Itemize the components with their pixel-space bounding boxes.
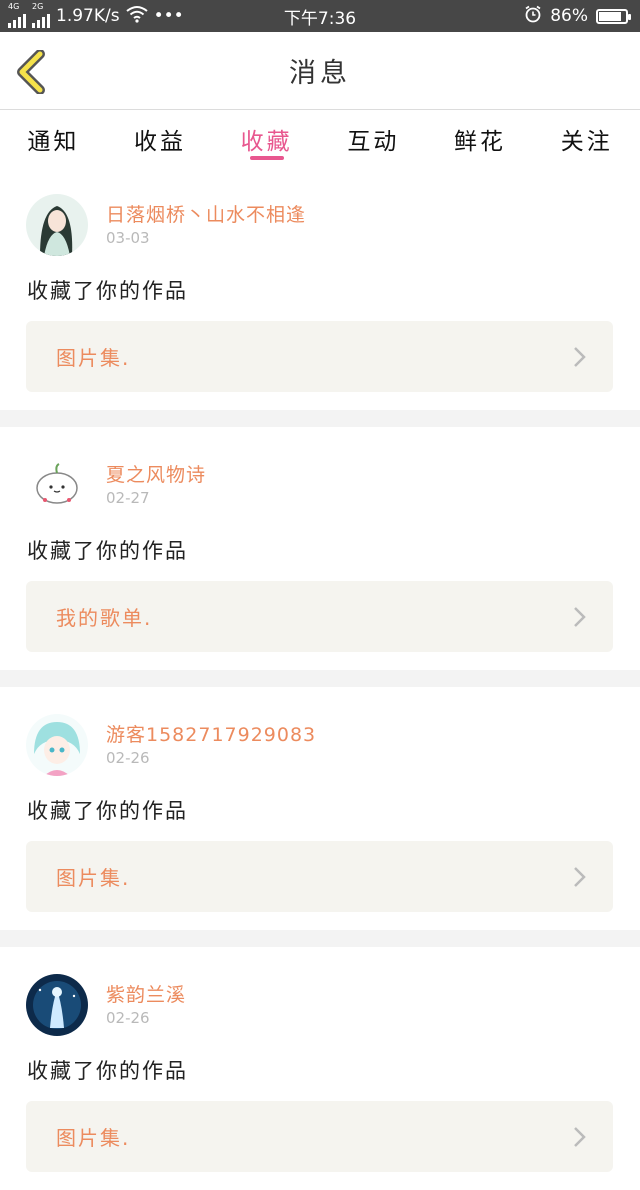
action-text: 收藏了你的作品: [27, 539, 188, 563]
clock: 下午7:36: [283, 8, 357, 29]
work-link[interactable]: 我的歌单.: [26, 581, 613, 652]
message-date: 03-03: [106, 229, 150, 247]
tab-favorites[interactable]: 收藏: [213, 110, 320, 166]
divider: [0, 670, 640, 687]
work-title: 图片集.: [56, 346, 131, 370]
battery-percent: 86%: [550, 6, 588, 26]
message-date: 02-26: [106, 749, 150, 767]
work-link[interactable]: 图片集.: [26, 321, 613, 392]
message-card: 日落烟桥丶山水不相逢 03-03 收藏了你的作品 图片集.: [0, 167, 640, 410]
action-text: 收藏了你的作品: [27, 1059, 188, 1083]
avatar[interactable]: [26, 974, 88, 1036]
status-bar: 4G 2G 1.97K/s ••• 下午7:36 86%: [0, 0, 640, 32]
tab-income[interactable]: 收益: [107, 110, 214, 166]
tab-follow[interactable]: 关注: [533, 110, 640, 166]
work-title: 图片集.: [56, 1126, 131, 1150]
avatar[interactable]: [26, 194, 88, 256]
tab-notice[interactable]: 通知: [0, 110, 107, 166]
tab-flowers[interactable]: 鲜花: [427, 110, 534, 166]
work-link[interactable]: 图片集.: [26, 841, 613, 912]
chevron-right-icon: [574, 867, 586, 887]
chevron-right-icon: [574, 607, 586, 627]
work-link[interactable]: 图片集.: [26, 1101, 613, 1172]
page-title: 消息: [289, 58, 351, 89]
avatar[interactable]: [26, 714, 88, 776]
work-title: 图片集.: [56, 866, 131, 890]
chevron-right-icon: [574, 1127, 586, 1147]
username[interactable]: 游客1582717929083: [106, 720, 316, 747]
tab-bar: 通知 收益 收藏 互动 鲜花 关注: [0, 110, 640, 166]
alarm-icon: [524, 5, 542, 28]
action-text: 收藏了你的作品: [27, 279, 188, 303]
divider: [0, 930, 640, 947]
action-text: 收藏了你的作品: [27, 799, 188, 823]
message-list: 日落烟桥丶山水不相逢 03-03 收藏了你的作品 图片集. 夏之风物诗 02-2…: [0, 167, 640, 1190]
username[interactable]: 夏之风物诗: [106, 460, 206, 487]
battery-icon: [596, 8, 631, 24]
message-card: 游客1582717929083 02-26 收藏了你的作品 图片集.: [0, 687, 640, 930]
username[interactable]: 紫韵兰溪: [106, 980, 186, 1007]
message-date: 02-26: [106, 1009, 150, 1027]
avatar[interactable]: [26, 454, 88, 516]
tab-interaction[interactable]: 互动: [320, 110, 427, 166]
work-title: 我的歌单.: [56, 606, 153, 630]
title-bar: 消息: [0, 32, 640, 110]
message-card: 紫韵兰溪 02-26 收藏了你的作品 图片集.: [0, 947, 640, 1190]
divider: [0, 410, 640, 427]
message-date: 02-27: [106, 489, 150, 507]
message-card: 夏之风物诗 02-27 收藏了你的作品 我的歌单.: [0, 427, 640, 670]
chevron-right-icon: [574, 347, 586, 367]
username[interactable]: 日落烟桥丶山水不相逢: [106, 200, 306, 227]
